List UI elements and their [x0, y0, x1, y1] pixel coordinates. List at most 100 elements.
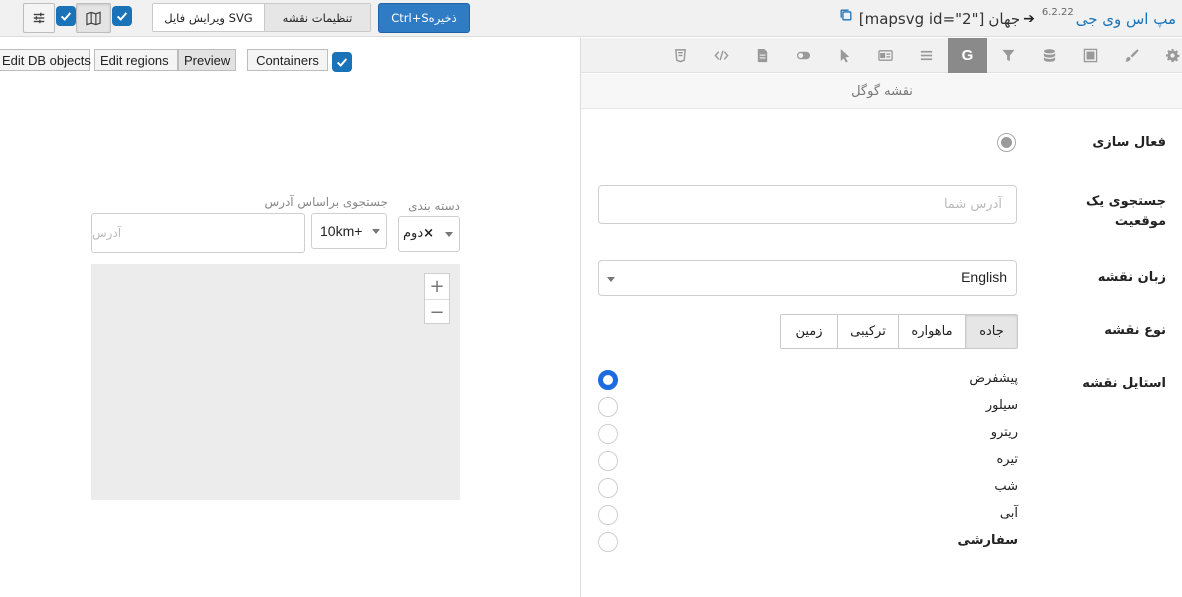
- object-group-icon: [1083, 48, 1098, 63]
- edit-db-objects-button[interactable]: Edit DB objects: [0, 49, 91, 71]
- map-canvas[interactable]: [91, 264, 460, 500]
- chevron-down-icon: [372, 229, 380, 234]
- tab-css[interactable]: [661, 38, 700, 73]
- edit-regions-button[interactable]: Edit regions: [94, 49, 178, 71]
- chevron-down-icon: [607, 277, 615, 282]
- toggle-checkbox-1[interactable]: [56, 6, 76, 26]
- settings-pane: G نقشه گوگل فعال سازی جستجوی یک موقعیت آ…: [580, 38, 1182, 597]
- tab-regions[interactable]: [1071, 38, 1110, 73]
- address-search-input[interactable]: آدرس: [91, 213, 305, 253]
- distance-value: 10km+: [320, 223, 363, 239]
- database-icon: [1043, 49, 1056, 62]
- map-type-label: نوع نقشه: [1104, 323, 1166, 338]
- zoom-in-button[interactable]: +: [425, 274, 449, 299]
- save-shortcut: Ctrl+S: [391, 11, 429, 25]
- map-view-button[interactable]: [76, 3, 111, 33]
- top-toolbar: ویرایش فایل SVG تنظیمات نقشه ذخیره Ctrl+…: [0, 0, 1182, 37]
- settings-sliders-button[interactable]: [23, 3, 55, 33]
- menu-icon: [920, 50, 933, 61]
- zoom-controls: + −: [424, 273, 450, 324]
- tab-general-settings[interactable]: [1153, 38, 1182, 73]
- style-option-night[interactable]: شب: [598, 478, 1018, 498]
- settings-tabs: G: [581, 38, 1182, 73]
- map-language-label: زبان نقشه: [1097, 270, 1166, 285]
- category-select[interactable]: ×دوم: [398, 216, 460, 252]
- enable-radio[interactable]: [997, 133, 1016, 152]
- tab-edit-svg-file[interactable]: ویرایش فایل SVG: [153, 4, 264, 31]
- code-icon: [714, 50, 729, 61]
- id-card-icon: [878, 50, 893, 61]
- close-icon[interactable]: ×: [423, 226, 434, 241]
- preview-button[interactable]: Preview: [178, 49, 236, 71]
- style-option-custom[interactable]: سفارشی: [598, 532, 1018, 552]
- map-type-satellite-button[interactable]: ماهواره: [898, 315, 965, 348]
- style-option-label: آبی: [999, 506, 1018, 521]
- category-label: دسته بندی: [408, 199, 460, 213]
- tab-menu[interactable]: [907, 38, 946, 73]
- style-radio[interactable]: [598, 505, 618, 525]
- tab-templates[interactable]: [743, 38, 782, 73]
- style-radio[interactable]: [598, 397, 618, 417]
- style-option-silver[interactable]: سیلور: [598, 397, 1018, 417]
- category-tag-label: دوم: [403, 226, 424, 241]
- cursor-icon: [840, 48, 850, 63]
- tab-details[interactable]: [866, 38, 905, 73]
- style-radio[interactable]: [598, 478, 618, 498]
- brush-icon: [1124, 49, 1139, 62]
- address-search-label: جستجوی براساس آدرس: [264, 195, 389, 209]
- toggle-icon: [796, 51, 811, 60]
- map-name: جهان: [988, 10, 1021, 28]
- style-option-label: سیلور: [985, 398, 1018, 413]
- style-radio[interactable]: [598, 370, 618, 390]
- map-type-hybrid-button[interactable]: ترکیبی: [837, 315, 898, 348]
- sliders-icon: [33, 12, 45, 24]
- tab-map-settings[interactable]: تنظیمات نقشه: [263, 4, 370, 31]
- style-radio[interactable]: [598, 424, 618, 444]
- enable-label: فعال سازی: [1092, 135, 1166, 150]
- save-button-label: ذخیره: [428, 11, 457, 25]
- toggle-checkbox-2[interactable]: [112, 6, 132, 26]
- location-search-input[interactable]: آدرس شما: [598, 185, 1017, 224]
- check-icon: [116, 12, 128, 21]
- app-name[interactable]: مپ اس وی جی: [1076, 10, 1176, 28]
- minus-icon: −: [429, 301, 445, 323]
- style-option-label: شب: [994, 479, 1018, 494]
- arrow-right-icon: ➔: [1023, 11, 1035, 27]
- style-option-aubergine[interactable]: آبی: [598, 505, 1018, 525]
- style-option-label: تیره: [996, 452, 1018, 467]
- preview-pane: Edit DB objects Edit regions Preview Con…: [0, 38, 580, 597]
- radio-dot: [1001, 137, 1012, 148]
- map-type-road-button[interactable]: جاده: [965, 315, 1017, 348]
- file-icon: [757, 48, 768, 63]
- tab-filters[interactable]: [989, 38, 1028, 73]
- tab-colors[interactable]: [1112, 38, 1151, 73]
- gear-icon: [1165, 48, 1180, 63]
- containers-button[interactable]: Containers: [247, 49, 328, 71]
- style-radio[interactable]: [598, 451, 618, 471]
- style-radio[interactable]: [598, 532, 618, 552]
- filter-icon: [1002, 49, 1015, 62]
- check-icon: [336, 58, 348, 67]
- distance-select[interactable]: 10km+: [311, 213, 387, 249]
- tab-toggles[interactable]: [784, 38, 823, 73]
- map-icon: [86, 11, 101, 25]
- save-button[interactable]: ذخیره Ctrl+S: [378, 3, 470, 33]
- plus-icon: +: [429, 276, 445, 297]
- css-icon: [675, 49, 686, 63]
- map-type-buttons: زمین ترکیبی ماهواره جاده: [780, 314, 1018, 349]
- page-title: مپ اس وی جی 6.2.22 ➔ جهان [mapsvg id="2"…: [859, 4, 1176, 34]
- tab-actions[interactable]: [825, 38, 864, 73]
- style-option-retro[interactable]: ریترو: [598, 424, 1018, 444]
- map-language-select[interactable]: English: [598, 260, 1017, 296]
- containers-checkbox[interactable]: [332, 52, 352, 72]
- zoom-out-button[interactable]: −: [425, 299, 449, 324]
- map-type-terrain-button[interactable]: زمین: [781, 315, 837, 348]
- copy-icon[interactable]: [839, 8, 853, 22]
- tab-javascript[interactable]: [702, 38, 741, 73]
- tab-database[interactable]: [1030, 38, 1069, 73]
- style-option-dark[interactable]: تیره: [598, 451, 1018, 471]
- style-option-default[interactable]: پیشفرض: [598, 370, 1018, 390]
- map-language-value: English: [961, 269, 1007, 285]
- tab-google-maps[interactable]: G: [948, 38, 987, 73]
- map-style-label: استایل نقشه: [1082, 376, 1166, 391]
